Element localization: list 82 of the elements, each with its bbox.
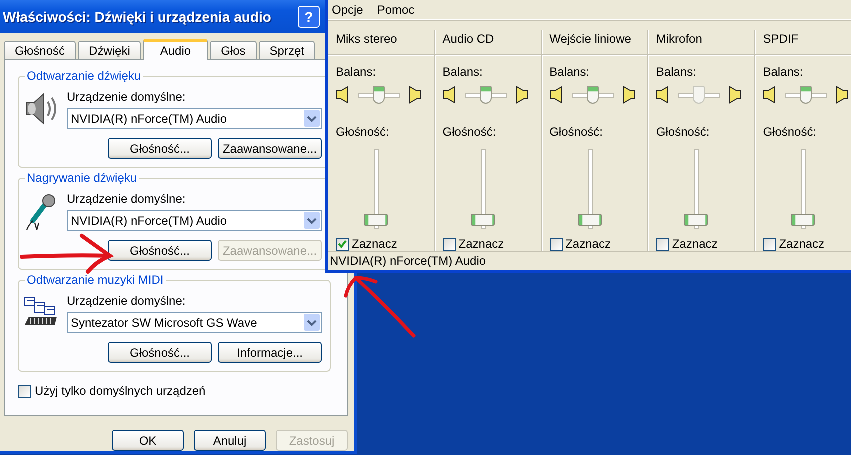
channel-name: Miks stereo (336, 32, 398, 46)
volume-label: Głośność: (336, 125, 390, 140)
volume-slider[interactable] (791, 149, 816, 230)
checkbox-label: Użyj tylko domyślnych urządzeń (35, 384, 206, 398)
checkbox[interactable] (18, 384, 31, 398)
dialog-button[interactable]: OK (112, 430, 184, 451)
group-title: Nagrywanie dźwięku (25, 171, 140, 186)
balance-label: Balans: (656, 65, 698, 80)
channel-name: SPDIF (763, 32, 799, 46)
volume-slider[interactable] (684, 149, 708, 230)
window-title: Właściwości: Dźwięki i urządzenia audio (3, 8, 272, 25)
left-speaker-icon (336, 86, 350, 104)
left-speaker-icon (442, 86, 457, 104)
dialog-button[interactable]: Zaawansowane... (218, 138, 322, 160)
status-text: NVIDIA(R) nForce(TM) Audio (330, 254, 486, 268)
slider-thumb[interactable] (684, 214, 708, 226)
slider-thumb[interactable] (364, 214, 388, 226)
dialog-button[interactable]: Głośność... (108, 342, 212, 364)
tab[interactable]: Dźwięki (78, 41, 142, 60)
slider-thumb[interactable] (373, 86, 385, 104)
right-speaker-icon (728, 86, 742, 104)
volume-label: Głośność: (550, 125, 604, 140)
checkbox[interactable] (656, 238, 670, 251)
right-speaker-icon (514, 86, 529, 104)
balance-slider[interactable] (358, 85, 400, 106)
balance-slider[interactable] (678, 85, 720, 106)
tab[interactable]: Sprzęt (258, 41, 316, 60)
device-dropdown[interactable]: Syntezator SW Microsoft GS Wave (67, 312, 322, 334)
checkbox-label: Zaznacz (779, 237, 825, 252)
dialog-button[interactable]: Głośność... (108, 240, 212, 262)
checkbox-label: Zaznacz (566, 237, 611, 252)
slider-thumb[interactable] (578, 214, 602, 226)
left-speaker-icon (656, 86, 670, 104)
tab[interactable]: Głośność (4, 41, 76, 60)
right-speaker-icon (408, 86, 422, 104)
field-label: Urządzenie domyślne: (67, 90, 187, 104)
channel-name: Wejście liniowe (550, 32, 632, 46)
volume-label: Głośność: (442, 125, 498, 140)
balance-label: Balans: (763, 65, 804, 80)
slider-thumb[interactable] (586, 86, 599, 104)
right-speaker-icon (622, 86, 636, 104)
checkbox-label: Zaznacz (352, 237, 398, 252)
channel-name: Audio CD (442, 32, 494, 46)
balance-slider[interactable] (785, 85, 828, 106)
volume-label: Głośność: (763, 125, 818, 140)
slider-thumb[interactable] (470, 214, 495, 226)
tab[interactable]: Audio (143, 39, 208, 60)
channel-name: Mikrofon (656, 32, 702, 46)
checkbox[interactable] (336, 238, 349, 251)
tab[interactable]: Głos (210, 41, 257, 60)
volume-slider[interactable] (364, 149, 388, 230)
checkbox[interactable] (442, 238, 456, 251)
balance-label: Balans: (336, 65, 378, 80)
checkbox[interactable] (763, 238, 776, 251)
balance-label: Balans: (442, 65, 484, 80)
slider-thumb[interactable] (800, 86, 812, 104)
menu-item[interactable]: Pomoc (377, 2, 415, 17)
left-speaker-icon (763, 86, 778, 104)
balance-label: Balans: (550, 65, 591, 80)
dialog-button[interactable]: Głośność... (108, 138, 212, 160)
checkbox-label: Zaznacz (672, 237, 718, 252)
field-label: Urządzenie domyślne: (67, 192, 187, 206)
volume-label: Głośność: (656, 125, 711, 140)
balance-slider[interactable] (572, 85, 614, 106)
device-dropdown[interactable]: NVIDIA(R) nForce(TM) Audio (67, 108, 322, 130)
dialog-button[interactable]: Informacje... (218, 342, 322, 364)
menu-item[interactable]: Opcje (332, 2, 364, 17)
device-dropdown[interactable]: NVIDIA(R) nForce(TM) Audio (67, 210, 322, 232)
volume-slider[interactable] (470, 149, 495, 230)
help-button[interactable]: ? (298, 6, 320, 28)
slider-thumb[interactable] (791, 214, 816, 226)
group-title: Odtwarzanie muzyki MIDI (25, 273, 166, 288)
field-label: Urządzenie domyślne: (67, 294, 187, 308)
left-speaker-icon (550, 86, 564, 104)
volume-slider[interactable] (578, 149, 602, 230)
balance-slider[interactable] (464, 85, 507, 106)
dialog-button[interactable]: Anuluj (194, 430, 266, 451)
right-speaker-icon (835, 86, 850, 104)
group-title: Odtwarzanie dźwięku (25, 69, 144, 84)
checkbox[interactable] (550, 238, 563, 251)
checkbox-label: Zaznacz (458, 237, 504, 252)
slider-thumb[interactable] (480, 86, 492, 104)
